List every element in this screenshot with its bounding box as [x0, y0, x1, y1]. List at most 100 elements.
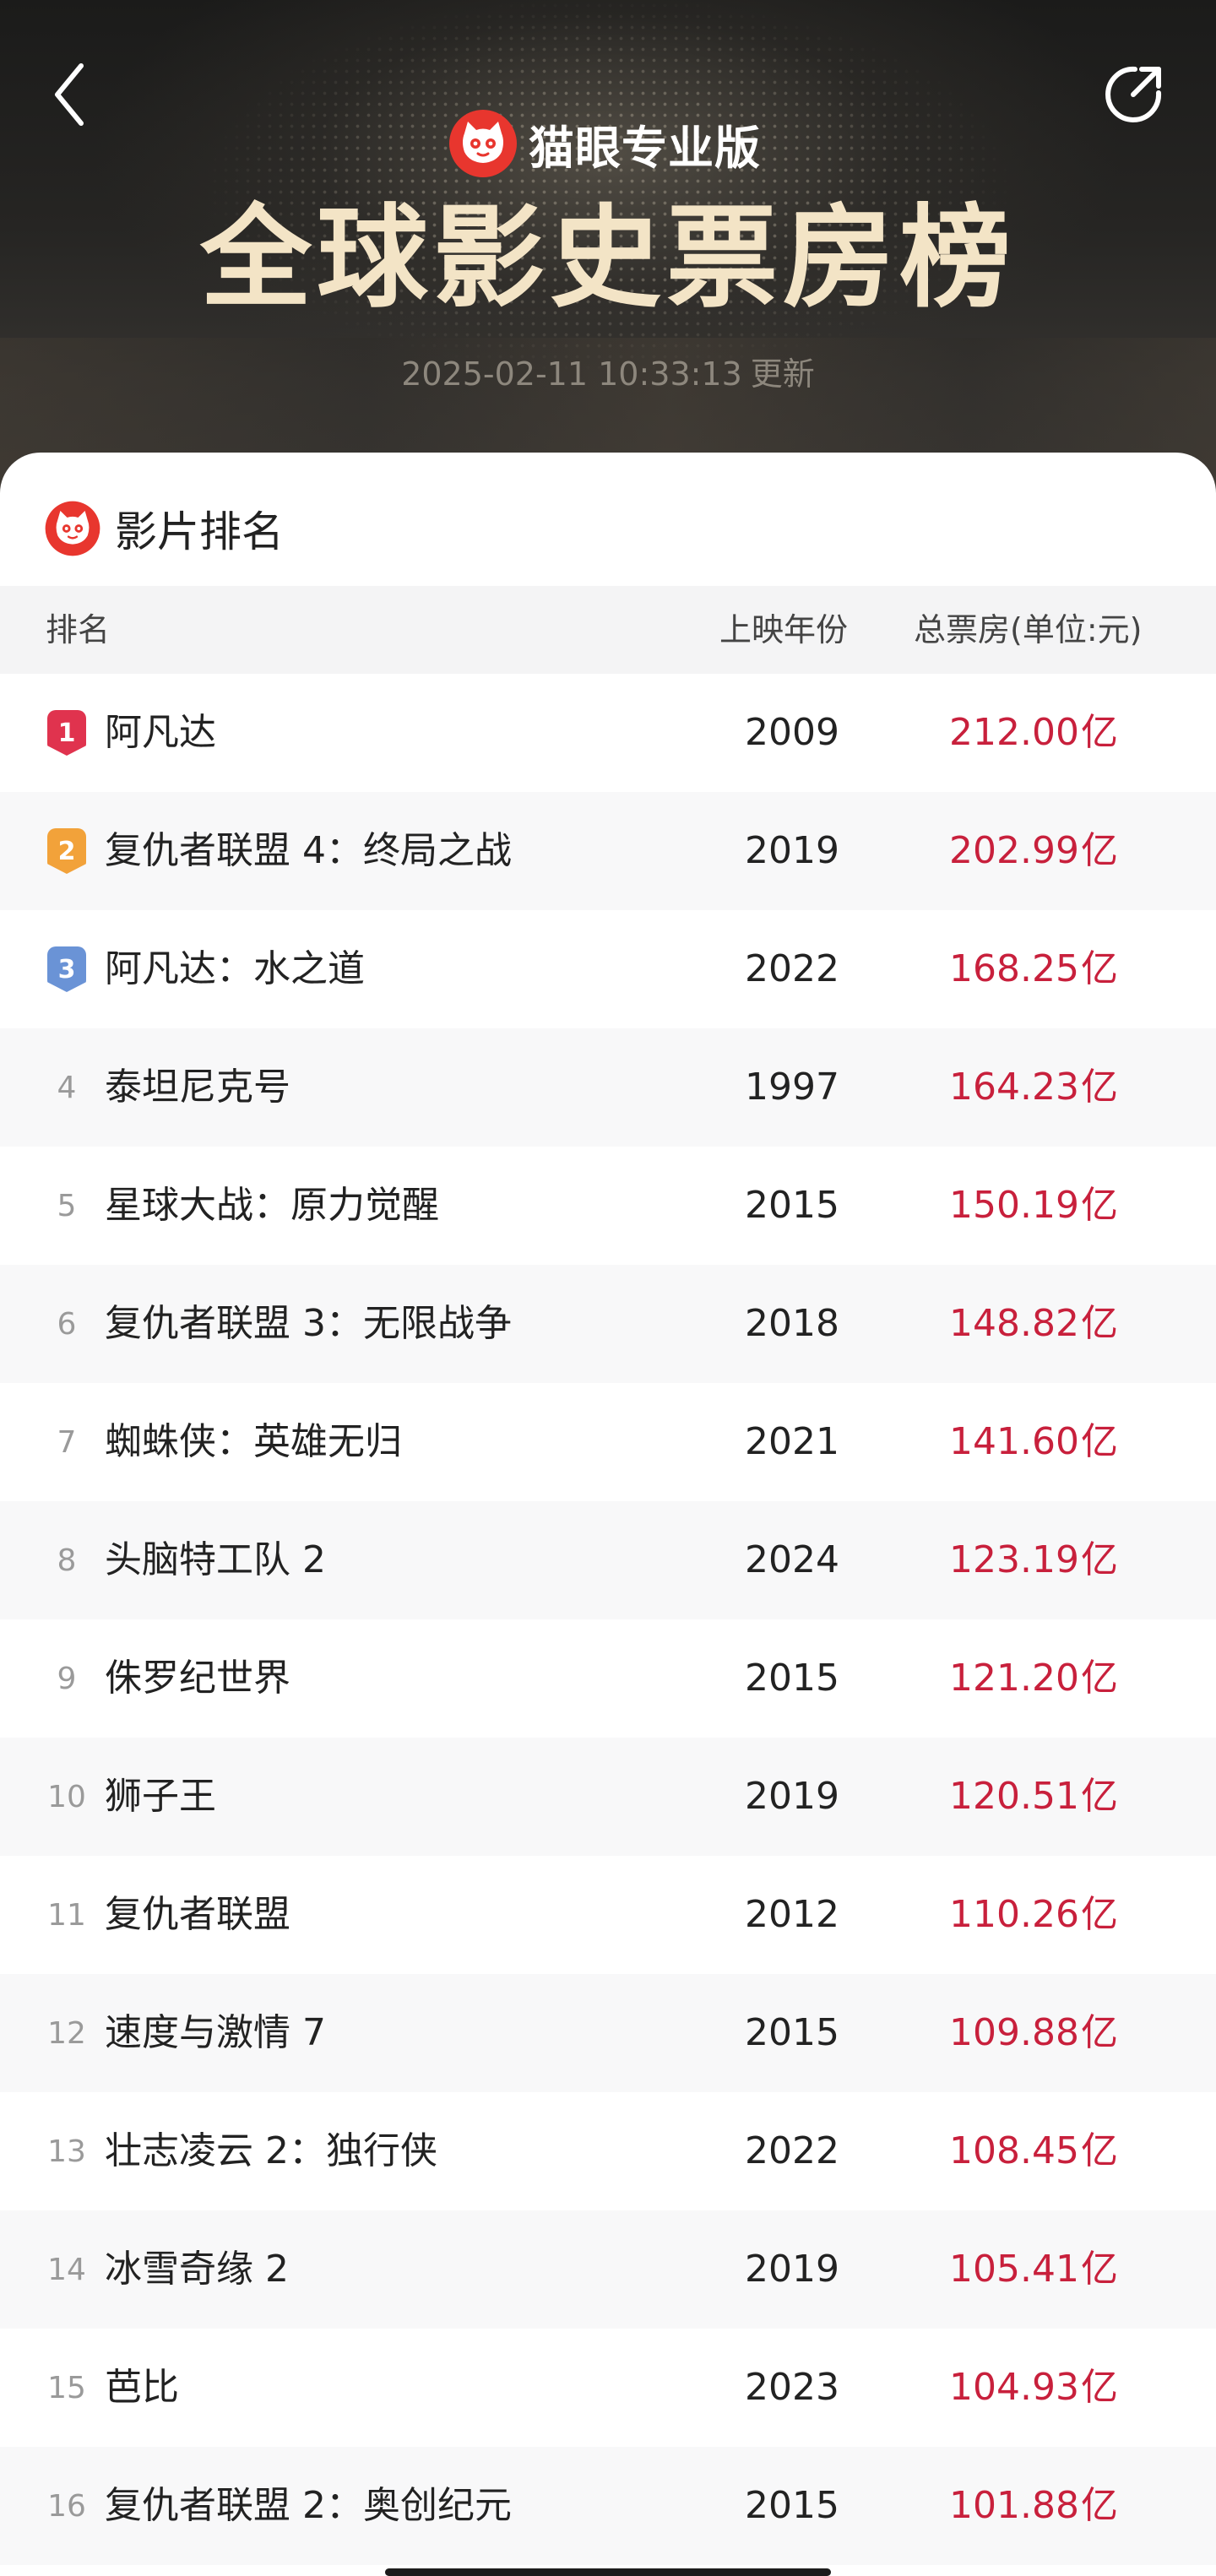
- rank-number: 10: [47, 1779, 86, 1814]
- table-row[interactable]: 11 复仇者联盟 2012 110.26亿: [0, 1856, 1216, 1974]
- release-year: 2015: [745, 2011, 839, 2054]
- movie-title: 星球大战：原力觉醒: [105, 1184, 439, 1227]
- movie-title: 复仇者联盟 2：奥创纪元: [105, 2484, 512, 2527]
- box-office-value: 108.45: [949, 2129, 1079, 2172]
- rank-cell: 9: [44, 1619, 90, 1738]
- rank-cell: 8: [44, 1501, 90, 1619]
- box-office-unit: 亿: [1081, 947, 1118, 990]
- box-office-value: 150.19: [949, 1184, 1079, 1227]
- release-year: 2019: [745, 829, 839, 872]
- box-office-value: 109.88: [949, 2011, 1079, 2054]
- box-office-value: 120.51: [949, 1775, 1079, 1818]
- card-title: 影片排名: [115, 507, 284, 556]
- box-office-total: 121.20亿: [861, 1619, 1118, 1738]
- table-row[interactable]: 9 侏罗纪世界 2015 121.20亿: [0, 1619, 1216, 1738]
- movie-title: 复仇者联盟 4：终局之战: [105, 829, 512, 872]
- table-row[interactable]: 12 速度与激情 7 2015 109.88亿: [0, 1974, 1216, 2092]
- rank-number: 15: [47, 2370, 86, 2405]
- table-row[interactable]: 3 阿凡达：水之道 2022 168.25亿: [0, 910, 1216, 1028]
- rank-cell: 5: [44, 1147, 90, 1265]
- box-office-unit: 亿: [1081, 2011, 1118, 2054]
- box-office-value: 141.60: [949, 1420, 1079, 1463]
- release-year: 2012: [745, 1893, 839, 1936]
- chevron-left-icon: [55, 63, 84, 126]
- box-office-unit: 亿: [1081, 829, 1118, 872]
- brand: 猫眼专业版: [448, 108, 761, 179]
- share-icon: [1105, 66, 1162, 122]
- header-banner: 猫眼专业版 全球影史票房榜 2025-02-11 10:33:13 更新: [0, 0, 1216, 507]
- box-office-unit: 亿: [1081, 1657, 1118, 1700]
- share-button[interactable]: [1098, 59, 1169, 130]
- release-year: 1997: [745, 1066, 839, 1109]
- release-year: 2019: [745, 1775, 839, 1818]
- update-label: 更新: [750, 355, 815, 393]
- box-office-unit: 亿: [1081, 1302, 1118, 1345]
- box-office-total: 150.19亿: [861, 1147, 1118, 1265]
- rank-badge: 3: [47, 946, 86, 992]
- rank-cell: 6: [44, 1265, 90, 1383]
- box-office-unit: 亿: [1081, 711, 1118, 754]
- rank-cell: 12: [44, 1974, 90, 2092]
- box-office-total: 108.45亿: [861, 2092, 1118, 2210]
- rank-number: 13: [47, 2134, 86, 2169]
- table-row[interactable]: 15 芭比 2023 104.93亿: [0, 2329, 1216, 2447]
- movie-title: 侏罗纪世界: [105, 1657, 290, 1700]
- rank-badge: 1: [47, 710, 86, 756]
- box-office-unit: 亿: [1081, 2248, 1118, 2291]
- table-row[interactable]: 7 蜘蛛侠：英雄无归 2021 141.60亿: [0, 1383, 1216, 1501]
- box-office-unit: 亿: [1081, 2484, 1118, 2527]
- back-button[interactable]: [44, 61, 95, 128]
- box-office-total: 164.23亿: [861, 1028, 1118, 1147]
- update-timestamp: 2025-02-11 10:33:13: [401, 355, 742, 393]
- box-office-unit: 亿: [1081, 1893, 1118, 1936]
- rank-cell: 1: [44, 674, 90, 792]
- box-office-value: 105.41: [949, 2248, 1079, 2291]
- table-row[interactable]: 16 复仇者联盟 2：奥创纪元 2015 101.88亿: [0, 2447, 1216, 2565]
- rank-cell: 11: [44, 1856, 90, 1974]
- table-row[interactable]: 2 复仇者联盟 4：终局之战 2019 202.99亿: [0, 792, 1216, 910]
- movie-title: 阿凡达: [105, 711, 216, 754]
- maoyan-logo-icon: [449, 110, 517, 177]
- column-header-rank: 排名: [46, 611, 111, 648]
- movie-title: 蜘蛛侠：英雄无归: [105, 1420, 402, 1463]
- box-office-total: 123.19亿: [861, 1501, 1118, 1619]
- release-year: 2018: [745, 1302, 839, 1345]
- movie-title: 芭比: [105, 2366, 179, 2409]
- table-row[interactable]: 5 星球大战：原力觉醒 2015 150.19亿: [0, 1147, 1216, 1265]
- table-row[interactable]: 6 复仇者联盟 3：无限战争 2018 148.82亿: [0, 1265, 1216, 1383]
- box-office-value: 123.19: [949, 1538, 1079, 1581]
- table-row[interactable]: 8 头脑特工队 2 2024 123.19亿: [0, 1501, 1216, 1619]
- box-office-value: 212.00: [949, 711, 1079, 754]
- movie-title: 复仇者联盟 3：无限战争: [105, 1302, 512, 1345]
- movie-title: 壮志凌云 2：独行侠: [105, 2129, 437, 2172]
- table-row[interactable]: 14 冰雪奇缘 2 2019 105.41亿: [0, 2210, 1216, 2329]
- home-indicator: [385, 2568, 831, 2576]
- table-row[interactable]: 4 泰坦尼克号 1997 164.23亿: [0, 1028, 1216, 1147]
- box-office-unit: 亿: [1081, 1066, 1118, 1109]
- box-office-value: 121.20: [949, 1657, 1079, 1700]
- rank-number: 16: [47, 2488, 86, 2524]
- box-office-value: 164.23: [949, 1066, 1079, 1109]
- movie-title: 复仇者联盟: [105, 1893, 290, 1936]
- table-header: 排名 上映年份 总票房(单位:元): [0, 586, 1216, 674]
- table-row[interactable]: 13 壮志凌云 2：独行侠 2022 108.45亿: [0, 2092, 1216, 2210]
- box-office-value: 104.93: [949, 2366, 1079, 2409]
- update-time: 2025-02-11 10:33:13 更新: [0, 348, 1216, 394]
- box-office-value: 148.82: [949, 1302, 1079, 1345]
- rank-number: 5: [57, 1188, 77, 1223]
- release-year: 2019: [745, 2248, 839, 2291]
- movie-title: 头脑特工队 2: [105, 1538, 326, 1581]
- table-row[interactable]: 1 阿凡达 2009 212.00亿: [0, 674, 1216, 792]
- ranking-card: 影片排名 排名 上映年份 总票房(单位:元) 1 阿凡达 2009 212.00亿 2 复…: [0, 453, 1216, 2576]
- column-header-gross: 总票房(单位:元): [914, 611, 1143, 648]
- table-row[interactable]: 10 狮子王 2019 120.51亿: [0, 1738, 1216, 1856]
- page: 猫眼专业版 全球影史票房榜 2025-02-11 10:33:13 更新 影片排名…: [0, 0, 1216, 2576]
- rank-number: 6: [57, 1306, 77, 1342]
- box-office-value: 202.99: [949, 829, 1079, 872]
- box-office-total: 104.93亿: [861, 2329, 1118, 2447]
- page-title: 全球影史票房榜: [200, 193, 1016, 323]
- card-header: 影片排名: [44, 498, 284, 559]
- column-header-year: 上映年份: [719, 611, 849, 648]
- box-office-unit: 亿: [1081, 1775, 1118, 1818]
- maoyan-logo-icon: [45, 501, 100, 556]
